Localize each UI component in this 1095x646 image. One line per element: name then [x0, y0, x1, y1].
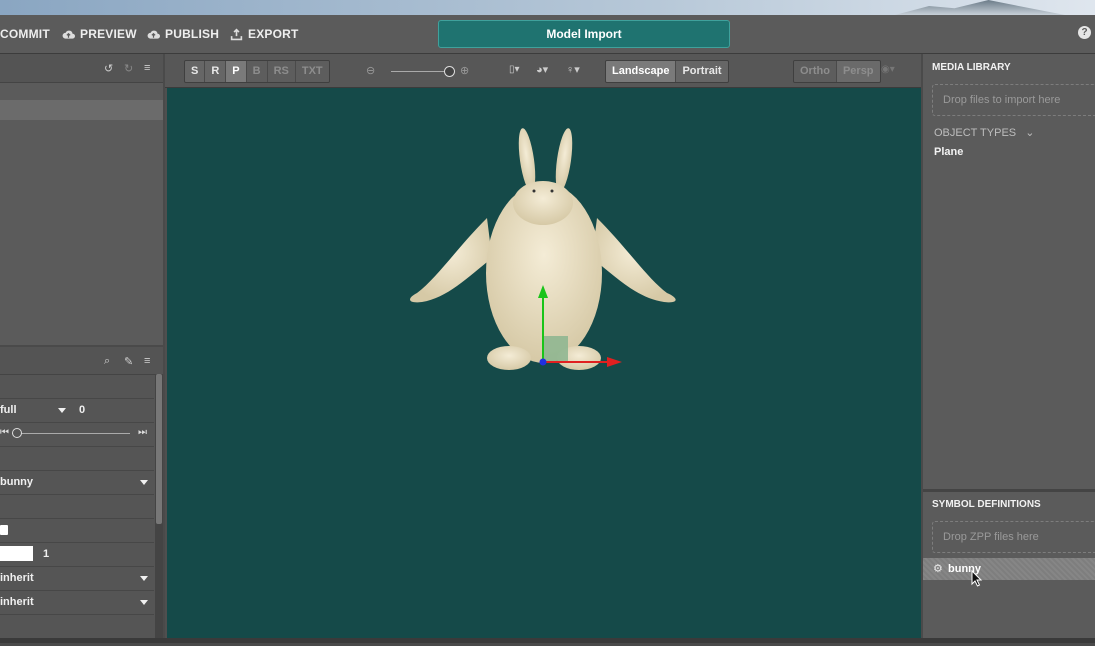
media-library-heading: MEDIA LIBRARY	[932, 62, 1011, 73]
model-import-button[interactable]: Model Import	[438, 20, 730, 48]
portrait-button[interactable]: Portrait	[676, 61, 728, 82]
inherit-select[interactable]: inherit	[0, 596, 34, 608]
landscape-button[interactable]: Landscape	[606, 61, 677, 82]
inherit-select[interactable]: inherit	[0, 572, 34, 584]
preview-button[interactable]: PREVIEW	[62, 27, 137, 41]
visible-checkbox[interactable]	[0, 525, 8, 535]
chevron-down-icon	[58, 408, 66, 413]
property-row-mode[interactable]: full 0	[0, 398, 154, 423]
zpp-drop-zone[interactable]: Drop ZPP files here	[932, 521, 1095, 553]
right-panel: MEDIA LIBRARY Drop files to import here …	[923, 54, 1095, 643]
menu-icon[interactable]: ≡	[144, 355, 150, 367]
editor-center: S R P B RS TXT ⊖ ⊕ ▯▾ ◕▾ ♀▾ Landscape Po…	[165, 54, 921, 643]
zoom-slider[interactable]	[391, 71, 449, 72]
redo-icon[interactable]: ↻	[124, 62, 133, 75]
color-row: 1	[0, 542, 154, 567]
mouse-cursor-icon	[971, 570, 983, 587]
inherit-row-1[interactable]: inherit	[0, 566, 154, 591]
cloud-upload-icon	[62, 30, 75, 39]
device-icon[interactable]: ▯▾	[509, 64, 520, 75]
chevron-down-icon: ⌄	[1025, 127, 1035, 139]
zoom-slider-knob[interactable]	[444, 66, 455, 77]
selected-scene-row[interactable]	[0, 100, 163, 120]
eye-icon[interactable]: ◉▾	[881, 64, 895, 75]
scrollbar-thumb[interactable]	[156, 374, 162, 524]
ortho-button[interactable]: Ortho	[794, 61, 837, 82]
search-icon[interactable]: ⌕	[104, 355, 110, 368]
inherit-row-2[interactable]: inherit	[0, 590, 154, 615]
frame-value[interactable]: 0	[79, 404, 85, 416]
light-icon[interactable]: ♀▾	[566, 63, 580, 76]
projection-toggle: Ortho Persp	[793, 60, 881, 83]
color-swatch[interactable]	[0, 546, 33, 561]
zoom-in-icon[interactable]: ⊕	[460, 64, 469, 77]
media-drop-zone[interactable]: Drop files to import here	[932, 84, 1095, 116]
orientation-toggle: Landscape Portrait	[605, 60, 729, 83]
scene-toolbar: ↺ ↻ ≡	[0, 54, 163, 83]
gear-icon: ⚙	[933, 563, 943, 575]
object-types-label: OBJECT TYPES	[934, 127, 1017, 139]
timeline-knob[interactable]	[12, 428, 22, 438]
export-icon	[230, 27, 243, 40]
viewport-toolbar: S R P B RS TXT ⊖ ⊕ ▯▾ ◕▾ ♀▾ Landscape Po…	[165, 54, 921, 88]
3d-viewport[interactable]	[167, 88, 921, 643]
menu-icon[interactable]: ≡	[144, 62, 150, 74]
symbol-definitions-heading: SYMBOL DEFINITIONS	[932, 499, 1041, 510]
chevron-down-icon	[140, 600, 148, 605]
opacity-value[interactable]: 1	[43, 548, 49, 560]
commit-button[interactable]: COMMIT	[0, 27, 50, 41]
properties-panel: ⌕ ✎ ≡ full 0 ⏮ ⏭ bunny 1 inherit inherit	[0, 347, 163, 643]
mode-p-button[interactable]: P	[226, 61, 247, 82]
persp-button[interactable]: Persp	[836, 61, 880, 82]
mode-dropdown[interactable]: full	[0, 404, 17, 416]
scrollbar[interactable]	[155, 374, 163, 643]
property-row	[0, 446, 154, 471]
top-header: COMMIT PREVIEW PUBLISH EXPORT Model Impo…	[0, 15, 1095, 54]
symbol-select[interactable]: bunny	[0, 476, 33, 488]
plane-item[interactable]: Plane	[934, 146, 963, 158]
rewind-icon[interactable]: ⏮	[0, 427, 9, 438]
chevron-down-icon	[140, 480, 148, 485]
scene-panel: ↺ ↻ ≡	[0, 54, 163, 345]
mode-txt-button[interactable]: TXT	[295, 61, 329, 82]
bunny-model[interactable]	[167, 88, 921, 643]
symbol-item-bunny[interactable]: ⚙ bunny	[923, 558, 1095, 580]
mountain-decoration	[895, 0, 1065, 15]
pencil-icon[interactable]: ✎	[124, 355, 133, 368]
mode-s-button[interactable]: S	[185, 61, 206, 82]
globe-icon[interactable]: ◕▾	[536, 63, 548, 76]
export-button[interactable]: EXPORT	[230, 27, 299, 41]
property-row	[0, 374, 154, 399]
timeline-row: ⏮ ⏭	[0, 422, 154, 447]
desktop-wallpaper	[0, 0, 1095, 15]
forward-icon[interactable]: ⏭	[138, 427, 147, 438]
cloud-upload-icon	[147, 30, 160, 39]
properties-toolbar: ⌕ ✎ ≡	[0, 347, 163, 375]
timeline-slider[interactable]	[12, 433, 130, 434]
transform-modes: S R P B RS TXT	[184, 60, 330, 83]
zoom-out-icon[interactable]: ⊖	[366, 64, 375, 77]
chevron-down-icon	[140, 576, 148, 581]
help-icon[interactable]: ?	[1078, 26, 1091, 39]
mode-r-button[interactable]: R	[205, 61, 227, 82]
publish-button[interactable]: PUBLISH	[147, 27, 219, 41]
object-types-toggle[interactable]: OBJECT TYPES ⌄	[934, 126, 1034, 139]
mode-rs-button[interactable]: RS	[267, 61, 296, 82]
status-strip	[0, 638, 1095, 643]
mode-b-button[interactable]: B	[246, 61, 268, 82]
undo-icon[interactable]: ↺	[104, 62, 113, 75]
property-row	[0, 494, 154, 519]
visible-row	[0, 518, 154, 543]
panel-divider[interactable]	[923, 489, 1095, 492]
symbol-row[interactable]: bunny	[0, 470, 154, 495]
